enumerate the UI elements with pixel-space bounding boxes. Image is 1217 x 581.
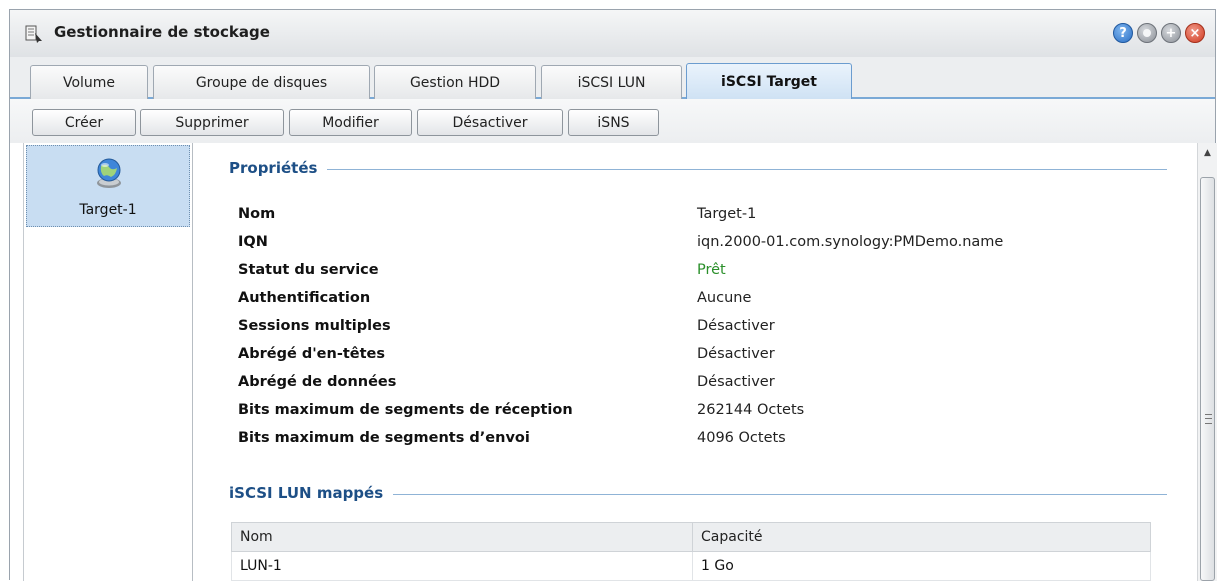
tab-hdd-management[interactable]: Gestion HDD — [374, 65, 536, 99]
title-bar[interactable]: Gestionnaire de stockage ? + × — [10, 10, 1215, 58]
isns-button[interactable]: iSNS — [568, 109, 659, 136]
prop-value-multiple-sessions: Désactiver — [697, 318, 775, 334]
table-header-row: Nom Capacité — [231, 522, 1151, 552]
prop-label-name: Nom — [238, 206, 276, 222]
properties-heading: Propriétés — [229, 159, 328, 177]
prop-value-max-recv-segment: 262144 Octets — [697, 402, 805, 418]
scroll-up-arrow-icon[interactable]: ▲ — [1198, 143, 1217, 163]
lun-name-cell: LUN-1 — [231, 551, 693, 581]
target-list-item[interactable]: Target-1 — [26, 145, 190, 227]
target-properties-panel: Propriétés Nom Target-1 IQN iqn.2000-01.… — [193, 143, 1197, 581]
globe-target-icon — [97, 158, 121, 188]
lun-capacity-cell: 1 Go — [692, 551, 1151, 581]
edit-button[interactable]: Modifier — [289, 109, 412, 136]
column-header-capacity[interactable]: Capacité — [692, 522, 1151, 552]
tab-volume[interactable]: Volume — [30, 65, 148, 99]
window-title: Gestionnaire de stockage — [54, 23, 270, 41]
close-icon[interactable]: × — [1185, 23, 1205, 43]
tab-disk-group[interactable]: Groupe de disques — [153, 65, 370, 99]
tab-iscsi-target[interactable]: iSCSI Target — [686, 63, 852, 99]
prop-value-header-digest: Désactiver — [697, 346, 775, 362]
prop-value-data-digest: Désactiver — [697, 374, 775, 390]
properties-divider — [231, 169, 1167, 170]
prop-value-authentication: Aucune — [697, 290, 752, 306]
prop-value-service-status: Prêt — [697, 262, 726, 278]
prop-label-authentication: Authentification — [238, 290, 371, 306]
help-icon[interactable]: ? — [1113, 23, 1133, 43]
prop-label-max-recv-segment: Bits maximum de segments de réception — [238, 402, 573, 418]
target-list-item-label: Target-1 — [79, 202, 137, 218]
prop-label-service-status: Statut du service — [238, 262, 379, 278]
left-gutter — [10, 143, 24, 581]
delete-button[interactable]: Supprimer — [140, 109, 284, 136]
minimize-icon[interactable] — [1137, 23, 1157, 43]
create-button[interactable]: Créer — [32, 109, 136, 136]
storage-manager-icon — [25, 25, 42, 43]
tab-iscsi-lun[interactable]: iSCSI LUN — [541, 65, 682, 99]
prop-label-data-digest: Abrégé de données — [238, 374, 397, 390]
mapped-luns-heading: iSCSI LUN mappés — [229, 484, 394, 502]
prop-label-max-send-segment: Bits maximum de segments d’envoi — [238, 430, 530, 446]
prop-value-iqn: iqn.2000-01.com.synology:PMDemo.name — [697, 234, 1004, 250]
storage-manager-window: Gestionnaire de stockage ? + × Volume Gr… — [9, 9, 1217, 581]
maximize-icon[interactable]: + — [1161, 23, 1181, 43]
vertical-scrollbar[interactable]: ▲ — [1197, 143, 1217, 581]
prop-label-header-digest: Abrégé d'en-têtes — [238, 346, 386, 362]
column-header-name[interactable]: Nom — [231, 522, 693, 552]
target-list: Target-1 — [24, 143, 193, 581]
prop-label-multiple-sessions: Sessions multiples — [238, 318, 391, 334]
tab-strip: Volume Groupe de disques Gestion HDD iSC… — [10, 57, 1215, 99]
prop-value-max-send-segment: 4096 Octets — [697, 430, 786, 446]
scrollbar-thumb[interactable] — [1200, 177, 1215, 581]
table-row[interactable]: LUN-1 1 Go — [231, 551, 1151, 581]
toolbar: Créer Supprimer Modifier Désactiver iSNS — [10, 99, 1215, 144]
disable-button[interactable]: Désactiver — [417, 109, 563, 136]
prop-value-name: Target-1 — [697, 206, 757, 222]
prop-label-iqn: IQN — [238, 234, 268, 250]
grip-icon — [1205, 414, 1212, 424]
mapped-luns-table: Nom Capacité LUN-1 1 Go — [231, 522, 1151, 581]
window-controls: ? + × — [1113, 23, 1205, 43]
